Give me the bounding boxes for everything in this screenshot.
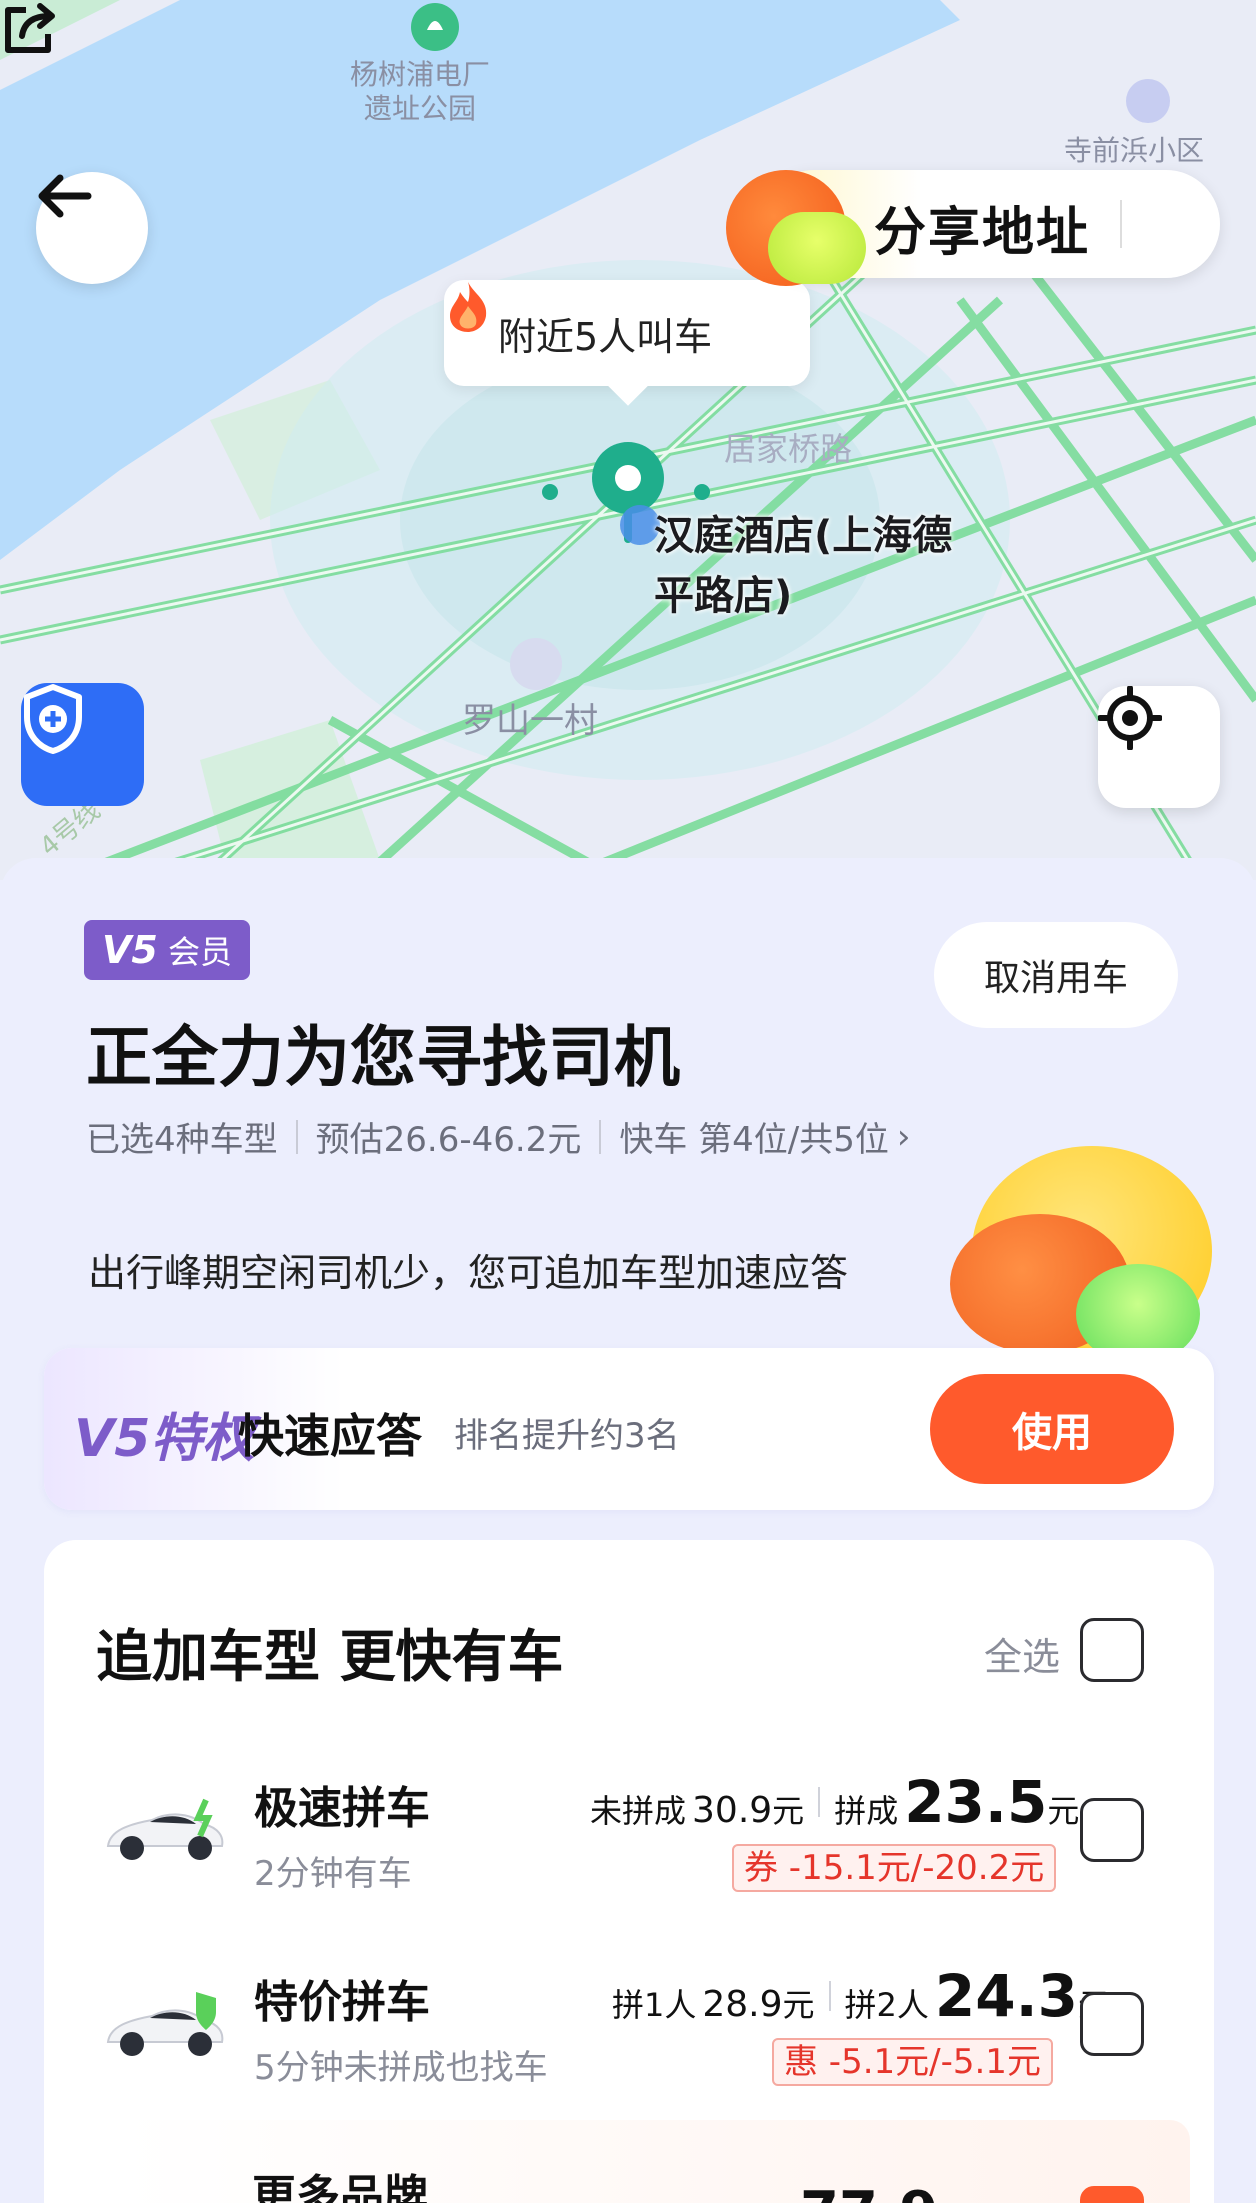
nearby-text: 附近5人叫车 — [498, 314, 713, 359]
vip-badge-level: V5 — [102, 928, 158, 972]
cancel-ride-button[interactable]: 取消用车 — [934, 922, 1178, 1028]
vehicle-price: 拼1人 28.9 元 拼2人 24.3 元 — [612, 1962, 1110, 2030]
vehicle-subtitle: 2分钟有车 — [254, 1854, 412, 1894]
community-label: 寺前浜小区 — [1064, 134, 1205, 167]
back-button[interactable] — [36, 172, 148, 284]
price-divider — [828, 1981, 831, 2011]
fire-icon — [450, 282, 487, 332]
use-privilege-button[interactable]: 使用 — [930, 1374, 1174, 1484]
select-all-label[interactable]: 全选 — [984, 1626, 1060, 1681]
summary-vehicle-types: 已选4种车型 — [86, 1120, 278, 1160]
map-view[interactable]: 杨树浦电厂 遗址公园 寺前浜小区 居家桥路 罗山一村 4号线 汉庭酒店(上海德 … — [0, 0, 1256, 880]
coupon-badge: 券 -15.1元/-20.2元 — [732, 1844, 1057, 1892]
arrow-left-icon — [38, 174, 92, 218]
summary-divider — [295, 1119, 298, 1154]
hotel-label-line2: 平路店) — [654, 573, 793, 619]
summary-queue: 快车 第4位/共5位 — [619, 1120, 889, 1160]
shield-icon — [24, 684, 82, 754]
price-a-unit: 元 — [772, 1792, 805, 1830]
price-a-label: 未拼成 — [590, 1792, 687, 1830]
hotel-label-line1: 汉庭酒店(上海德 — [654, 513, 953, 559]
vehicle-subtitle: 5分钟未拼成也找车 — [254, 2048, 548, 2088]
vehicle-checkbox[interactable] — [1080, 1798, 1144, 1862]
share-address-label: 分享地址 — [874, 203, 1091, 263]
mascot-green-icon — [768, 212, 866, 284]
order-summary[interactable]: 已选4种车型 预估26.6-46.2元 快车 第4位/共5位 › — [86, 1112, 910, 1161]
vehicle-name: 极速拼车 — [254, 1783, 430, 1834]
car-discount-icon — [106, 1992, 224, 2056]
safety-shield-button[interactable] — [21, 683, 144, 806]
price-b-value: 24.3 — [934, 1962, 1079, 2030]
share-icon[interactable] — [0, 0, 60, 56]
vip-badge: V5 会员 — [84, 920, 251, 980]
park-label: 杨树浦电厂 遗址公园 — [350, 58, 491, 125]
price-a-value: 30.9 — [692, 1790, 773, 1831]
coupon-badge: 惠 -5.1元/-5.1元 — [772, 2038, 1053, 2086]
select-all-checkbox[interactable] — [1080, 1618, 1144, 1682]
map-canvas — [0, 0, 1256, 880]
summary-divider — [599, 1119, 602, 1154]
price-a-value: 28.9 — [702, 1984, 783, 2025]
add-vehicles-title: 追加车型 更快有车 — [96, 1625, 564, 1690]
price-b-value: 23.5 — [904, 1768, 1048, 1836]
page-title: 正全力为您寻找司机 — [86, 1019, 680, 1096]
crosshair-icon — [1098, 686, 1162, 750]
privilege-description: 排名提升约3名 — [454, 1416, 680, 1456]
nearby-callers-bubble: 附近5人叫车 — [444, 280, 810, 386]
price-b-label: 拼成 — [834, 1792, 899, 1830]
privilege-badge: V5特权 — [74, 1409, 255, 1469]
car-express-icon — [106, 1798, 224, 1860]
vip-badge-text: 会员 — [168, 933, 233, 971]
vehicle-checkbox[interactable] — [1080, 2186, 1144, 2203]
vehicle-price: 未拼成 30.9 元 拼成 23.5 元 — [590, 1768, 1079, 1836]
summary-estimate: 预估26.6-46.2元 — [315, 1120, 582, 1160]
price-divider — [818, 1787, 821, 1817]
hotel-label: 汉庭酒店(上海德 平路店) — [654, 506, 952, 626]
price-a-unit: 元 — [782, 1986, 815, 2024]
village-label: 罗山一村 — [462, 701, 598, 741]
privilege-title: 快速应答 — [238, 1409, 422, 1463]
peak-notice: 出行峰期空闲司机少，您可追加车型加速应答 — [88, 1251, 849, 1295]
share-divider — [1120, 200, 1122, 248]
locate-me-button[interactable] — [1098, 686, 1220, 808]
price-b-label: 拼2人 — [844, 1986, 929, 2024]
price-a-label: 拼1人 — [612, 1986, 697, 2024]
vehicle-price: 77.9 — [800, 2180, 938, 2203]
vehicle-name: 更多品牌 — [252, 2171, 428, 2203]
vehicle-checkbox[interactable] — [1080, 1992, 1144, 2056]
chevron-right-icon: › — [896, 1116, 911, 1157]
price-b-unit: 元 — [1047, 1792, 1080, 1830]
road-label: 居家桥路 — [724, 430, 853, 468]
vehicle-name: 特价拼车 — [254, 1977, 430, 2028]
